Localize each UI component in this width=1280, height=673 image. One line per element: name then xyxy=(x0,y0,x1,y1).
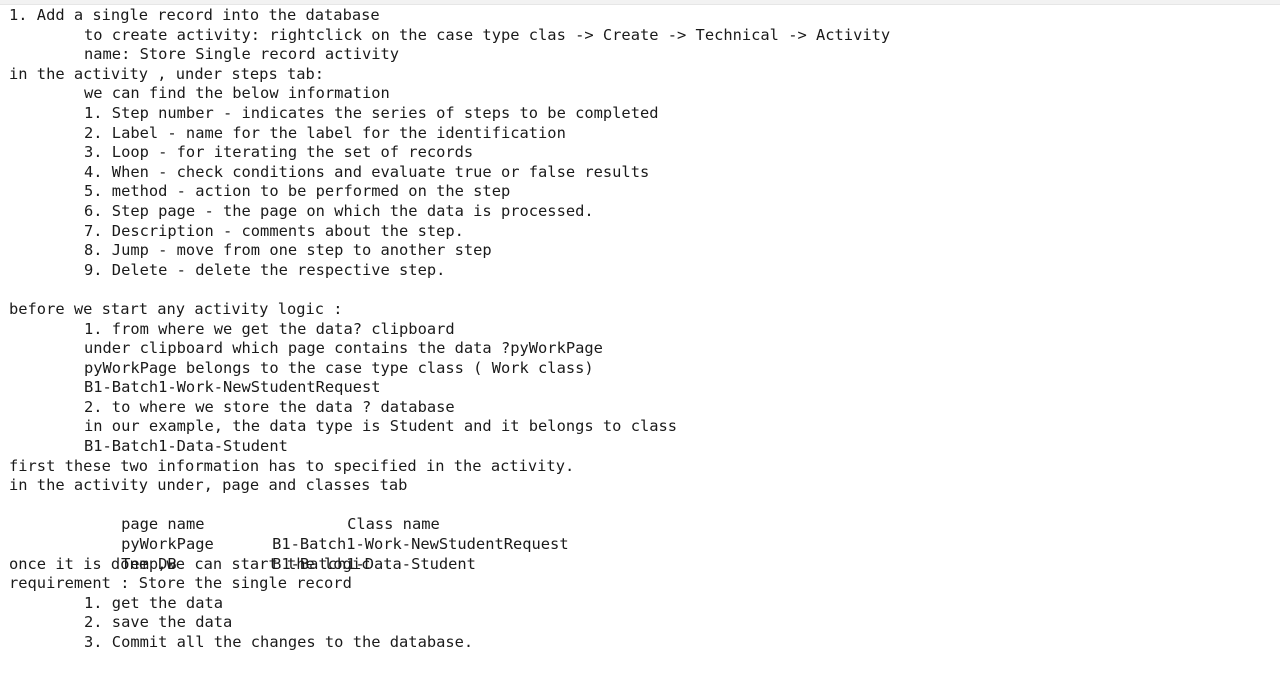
step-list-item: 6. Step page - the page on which the dat… xyxy=(84,201,594,220)
step-list-item: 4. When - check conditions and evaluate … xyxy=(84,162,650,181)
step-list-item: 2. Label - name for the label for the id… xyxy=(84,123,566,142)
page-name-column-header: page name xyxy=(121,515,205,534)
requirement-item: 2. save the data xyxy=(84,613,233,632)
before-start-line: in our example, the data type is Student… xyxy=(84,417,678,436)
pages-classes-header-row: page name Class name xyxy=(9,496,1280,533)
notes-document: 1. Add a single record into the database… xyxy=(9,6,1280,653)
before-start-line: pyWorkPage belongs to the case type clas… xyxy=(84,358,594,377)
steps-tab-lead: we can find the below information xyxy=(84,84,390,103)
before-start-line: 1. from where we get the data? clipboard xyxy=(84,319,455,338)
step-list-item: 3. Loop - for iterating the set of recor… xyxy=(84,143,474,162)
activity-name: name: Store Single record activity xyxy=(84,45,400,64)
requirement-item: 3. Commit all the changes to the databas… xyxy=(84,633,474,651)
create-activity-instruction: to create activity: rightclick on the ca… xyxy=(84,25,891,44)
requirement-heading: requirement : Store the single record xyxy=(9,574,352,593)
steps-tab-heading: in the activity , under steps tab: xyxy=(9,64,325,83)
page-name-cell: pyWorkPage xyxy=(121,535,214,554)
before-start-line: B1-Batch1-Data-Student xyxy=(84,437,288,456)
class-name-cell: B1-Batch1-Work-NewStudentRequest xyxy=(272,535,569,554)
step-list-item: 1. Step number - indicates the series of… xyxy=(84,103,659,122)
before-start-line: B1-Batch1-Work-NewStudentRequest xyxy=(84,378,381,397)
section-title: 1. Add a single record into the database xyxy=(9,6,380,24)
top-border xyxy=(0,0,1280,5)
first-info-line: first these two information has to speci… xyxy=(9,456,575,475)
once-done-line: once it is done ,we can start the logic xyxy=(9,554,371,573)
class-name-column-header: Class name xyxy=(347,515,440,534)
before-start-line: under clipboard which page contains the … xyxy=(84,339,603,358)
step-list-item: 7. Description - comments about the step… xyxy=(84,221,464,240)
before-start-line: 2. to where we store the data ? database xyxy=(84,397,455,416)
requirement-item: 1. get the data xyxy=(84,593,223,612)
step-list-item: 9. Delete - delete the respective step. xyxy=(84,260,446,279)
pages-classes-heading: in the activity under, page and classes … xyxy=(9,476,408,495)
step-list-item: 5. method - action to be performed on th… xyxy=(84,182,511,201)
step-list-item: 8. Jump - move from one step to another … xyxy=(84,241,492,260)
before-start-heading: before we start any activity logic : xyxy=(9,299,343,318)
